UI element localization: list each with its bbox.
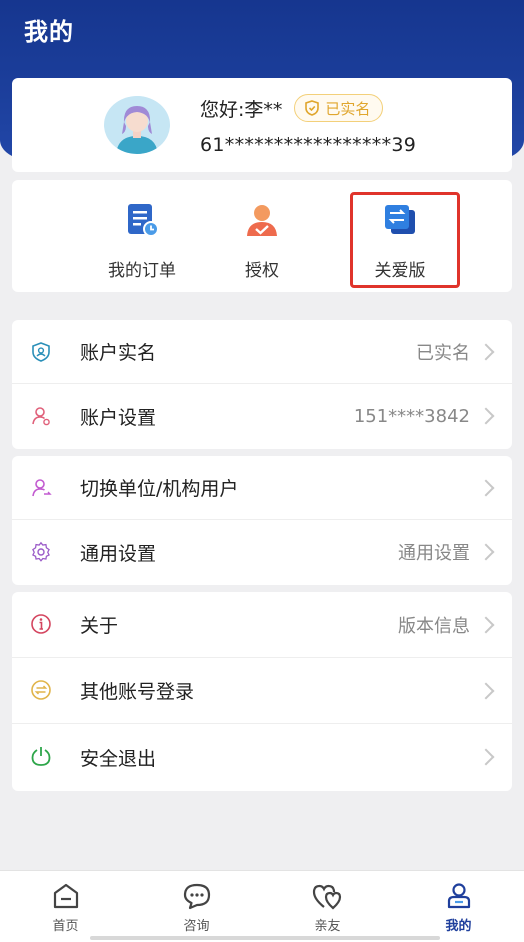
about-row[interactable]: 关于 版本信息	[12, 592, 512, 658]
tab-mine[interactable]: 我的	[393, 871, 524, 942]
shield-user-icon	[32, 342, 50, 362]
account-settings-row[interactable]: 账户设置 151****3842	[12, 384, 512, 448]
account-settings-value: 151****3842	[353, 405, 470, 427]
about-label: 关于	[80, 615, 119, 637]
tab-home-label: 首页	[52, 919, 79, 934]
my-orders-label: 我的订单	[108, 261, 176, 281]
authorize-button[interactable]: 授权	[192, 180, 332, 292]
order-icon	[124, 202, 160, 242]
badge-label: 已实名	[325, 99, 371, 118]
highlight-box	[350, 192, 460, 288]
gear-icon	[32, 541, 50, 562]
chevron-right-icon	[477, 682, 495, 699]
general-settings-row[interactable]: 通用设置 通用设置	[12, 520, 512, 584]
verified-badge: 已实名	[294, 94, 384, 122]
switch-user-icon	[32, 479, 52, 497]
logout-label: 安全退出	[80, 747, 157, 770]
chevron-right-icon	[477, 616, 495, 633]
id-number: 61*****************39	[200, 134, 417, 156]
chevron-right-icon	[477, 748, 495, 766]
chevron-right-icon	[477, 407, 495, 425]
bottom-tab-bar: 首页 咨询 亲友 我的	[0, 870, 524, 942]
logout-row[interactable]: 安全退出	[12, 724, 512, 790]
tab-consult[interactable]: 咨询	[131, 871, 262, 942]
switch-user-label: 切换单位/机构用户	[80, 478, 239, 500]
chevron-right-icon	[477, 543, 495, 561]
chevron-right-icon	[477, 479, 495, 496]
shield-check-icon	[305, 100, 320, 116]
my-orders-button[interactable]: 我的订单	[72, 180, 212, 292]
profile-card[interactable]: 您好:李** 已实名 61*****************39	[12, 78, 512, 172]
user-settings-icon	[32, 407, 50, 426]
settings-menu-card: 切换单位/机构用户 通用设置 通用设置	[12, 456, 512, 585]
profile-icon	[447, 883, 470, 909]
tab-family-label: 亲友	[314, 919, 341, 934]
tab-home[interactable]: 首页	[0, 871, 131, 942]
general-settings-label: 通用设置	[80, 542, 157, 565]
family-icon	[312, 884, 341, 910]
chat-icon	[183, 883, 210, 910]
account-menu-card: 账户实名 已实名 账户设置 151****3842	[12, 320, 512, 449]
swap-icon	[31, 680, 51, 700]
account-realname-label: 账户实名	[80, 342, 157, 364]
other-login-row[interactable]: 其他账号登录	[12, 658, 512, 724]
account-realname-row[interactable]: 账户实名 已实名	[12, 320, 512, 384]
info-icon	[31, 614, 51, 634]
shortcuts-card: 我的订单 授权 关爱版	[12, 180, 512, 292]
tab-family[interactable]: 亲友	[262, 871, 393, 942]
about-value: 版本信息	[398, 615, 470, 637]
avatar[interactable]	[104, 96, 170, 154]
general-settings-value: 通用设置	[398, 543, 470, 564]
other-login-label: 其他账号登录	[80, 681, 195, 703]
tab-mine-label: 我的	[445, 919, 472, 934]
power-icon	[31, 747, 51, 766]
authorize-label: 授权	[245, 261, 279, 281]
home-indicator	[90, 936, 440, 940]
account-settings-label: 账户设置	[80, 406, 157, 429]
greeting-text: 您好:李**	[200, 98, 283, 121]
page-title: 我的	[24, 18, 74, 46]
home-icon	[53, 883, 78, 909]
authorize-icon	[244, 202, 280, 242]
switch-user-row[interactable]: 切换单位/机构用户	[12, 456, 512, 520]
tab-consult-label: 咨询	[183, 919, 210, 934]
chevron-right-icon	[477, 343, 495, 360]
account-realname-value: 已实名	[416, 342, 470, 364]
misc-menu-card: 关于 版本信息 其他账号登录 安全退出	[12, 592, 512, 791]
